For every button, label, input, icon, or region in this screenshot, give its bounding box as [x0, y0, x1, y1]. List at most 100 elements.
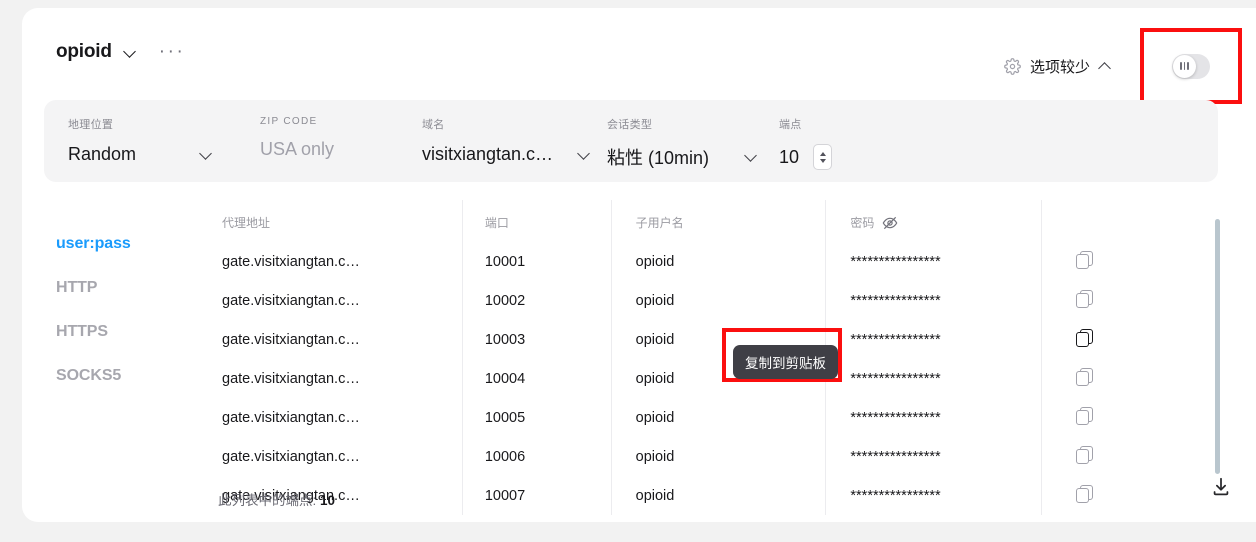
cell-password: **************** — [825, 281, 1043, 320]
table-row[interactable]: gate.visitxiangtan.c… 10007 opioid *****… — [190, 476, 1216, 515]
download-button[interactable] — [1210, 476, 1232, 498]
more-menu-button[interactable]: ··· — [149, 42, 185, 61]
advanced-mode-toggle[interactable] — [1172, 53, 1210, 79]
endpoints-stepper[interactable] — [813, 144, 833, 170]
card-header: opioid ··· 选项较少 — [22, 8, 1256, 104]
cell-port: 10001 — [462, 242, 612, 281]
table-scrollbar[interactable] — [1215, 219, 1220, 474]
filter-panel: 地理位置 Random ZIP CODE USA only 域名 visitxi… — [44, 100, 1218, 182]
proxy-name-label: opioid — [56, 41, 112, 62]
proxy-selector[interactable]: opioid ··· — [56, 41, 185, 63]
cell-port: 10004 — [462, 359, 612, 398]
cell-address: gate.visitxiangtan.c… — [190, 437, 463, 476]
cell-password: **************** — [825, 476, 1043, 515]
format-tab-socks5[interactable]: SOCKS5 — [56, 354, 186, 398]
copy-icon[interactable] — [1076, 290, 1094, 308]
fewer-options-label: 选项较少 — [1029, 58, 1090, 76]
cell-password: **************** — [825, 320, 1043, 359]
grip-bar-icon — [1180, 62, 1182, 70]
filter-zip-code[interactable]: ZIP CODE USA only — [260, 116, 400, 160]
cell-port: 10007 — [462, 476, 612, 515]
toggle-highlight-box — [1140, 28, 1242, 104]
endpoints-value[interactable]: 10 — [779, 147, 799, 168]
filter-label: 地理位置 — [68, 119, 114, 131]
copy-icon[interactable] — [1076, 407, 1094, 425]
cell-port: 10005 — [462, 398, 612, 437]
format-tab-userpass[interactable]: user:pass — [56, 222, 186, 266]
cell-username: opioid — [611, 398, 827, 437]
filter-geo-location[interactable]: 地理位置 Random — [68, 116, 214, 165]
table-header-row: 代理地址 端口 子用户名 密码 — [190, 200, 1216, 242]
cell-port: 10003 — [462, 320, 612, 359]
proxy-table: 代理地址 端口 子用户名 密码 gate.visitxiangtan.c… 10… — [190, 200, 1216, 515]
chevron-down-icon[interactable] — [745, 150, 759, 164]
column-header-password: 密码 — [825, 200, 1043, 242]
column-header-address: 代理地址 — [190, 200, 463, 242]
toggle-knob — [1173, 54, 1196, 78]
zip-code-input-placeholder[interactable]: USA only — [260, 139, 334, 160]
proxy-generator-card: opioid ··· 选项较少 地理位置 Random ZIP CODE USA… — [22, 8, 1256, 522]
column-header-password-label: 密码 — [850, 216, 875, 230]
copy-icon[interactable] — [1076, 329, 1094, 347]
cell-password: **************** — [825, 359, 1043, 398]
table-row[interactable]: gate.visitxiangtan.c… 10003 opioid *****… — [190, 320, 1216, 359]
filter-endpoints[interactable]: 端点 10 — [779, 116, 869, 170]
format-tab-https[interactable]: HTTPS — [56, 310, 186, 354]
stepper-up-icon[interactable] — [819, 151, 826, 156]
grip-bar-icon — [1183, 62, 1186, 70]
header-actions: 选项较少 — [994, 28, 1242, 104]
cell-username: opioid — [611, 476, 827, 515]
cell-address: gate.visitxiangtan.c… — [190, 242, 463, 281]
column-header-username: 子用户名 — [611, 200, 827, 242]
table-row[interactable]: gate.visitxiangtan.c… 10001 opioid *****… — [190, 242, 1216, 281]
download-icon — [1213, 477, 1229, 496]
cell-password: **************** — [825, 242, 1043, 281]
filter-value: 粘性 (10min) — [607, 148, 710, 168]
chevron-down-icon[interactable] — [578, 148, 592, 162]
copy-icon[interactable] — [1076, 446, 1094, 464]
copy-to-clipboard-tooltip: 复制到剪贴板 — [733, 345, 838, 379]
table-row[interactable]: gate.visitxiangtan.c… 10006 opioid *****… — [190, 437, 1216, 476]
cell-address: gate.visitxiangtan.c… — [190, 281, 463, 320]
format-tab-http[interactable]: HTTP — [56, 266, 186, 310]
eye-slash-icon[interactable] — [882, 215, 898, 231]
endpoint-count-label: 此列表中的端点: — [218, 493, 317, 508]
filter-value: Random — [68, 144, 137, 164]
filter-domain[interactable]: 域名 visitxiangtan.c… — [422, 116, 592, 165]
filter-label: 域名 — [422, 119, 445, 131]
proxy-table-body: gate.visitxiangtan.c… 10001 opioid *****… — [190, 242, 1216, 515]
copy-icon[interactable] — [1076, 485, 1094, 503]
cell-password: **************** — [825, 398, 1043, 437]
endpoint-count: 此列表中的端点: 10 — [218, 489, 335, 509]
filter-label: 会话类型 — [607, 119, 653, 131]
column-header-port: 端口 — [462, 200, 612, 242]
table-row[interactable]: gate.visitxiangtan.c… 10002 opioid *****… — [190, 281, 1216, 320]
copy-icon[interactable] — [1076, 368, 1094, 386]
format-tab-list: user:pass HTTP HTTPS SOCKS5 — [56, 222, 186, 398]
fewer-options-button[interactable]: 选项较少 — [994, 48, 1122, 85]
cell-username: opioid — [611, 281, 827, 320]
cell-address: gate.visitxiangtan.c… — [190, 320, 463, 359]
filter-label: ZIP CODE — [260, 116, 318, 127]
chevron-down-icon[interactable] — [200, 148, 214, 162]
gear-icon — [1004, 57, 1021, 75]
table-row[interactable]: gate.visitxiangtan.c… 10004 opioid *****… — [190, 359, 1216, 398]
cell-address: gate.visitxiangtan.c… — [190, 359, 463, 398]
chevron-up-icon[interactable] — [1099, 60, 1112, 73]
cell-port: 10006 — [462, 437, 612, 476]
proxy-table-wrapper: 代理地址 端口 子用户名 密码 gate.visitxiangtan.c… 10… — [190, 200, 1238, 515]
endpoint-count-value: 10 — [320, 493, 336, 508]
cell-port: 10002 — [462, 281, 612, 320]
cell-password: **************** — [825, 437, 1043, 476]
chevron-down-icon[interactable] — [124, 46, 137, 59]
proxy-list-area: user:pass HTTP HTTPS SOCKS5 代理地址 端口 子用户名… — [22, 200, 1256, 515]
stepper-down-icon[interactable] — [819, 158, 826, 163]
cell-username: opioid — [611, 242, 827, 281]
column-header-copy — [1042, 200, 1216, 242]
filter-session-type[interactable]: 会话类型 粘性 (10min) — [607, 116, 759, 170]
filter-value: visitxiangtan.c… — [422, 144, 554, 164]
table-row[interactable]: gate.visitxiangtan.c… 10005 opioid *****… — [190, 398, 1216, 437]
copy-icon[interactable] — [1076, 251, 1094, 269]
cell-username: opioid — [611, 437, 827, 476]
cell-address: gate.visitxiangtan.c… — [190, 398, 463, 437]
